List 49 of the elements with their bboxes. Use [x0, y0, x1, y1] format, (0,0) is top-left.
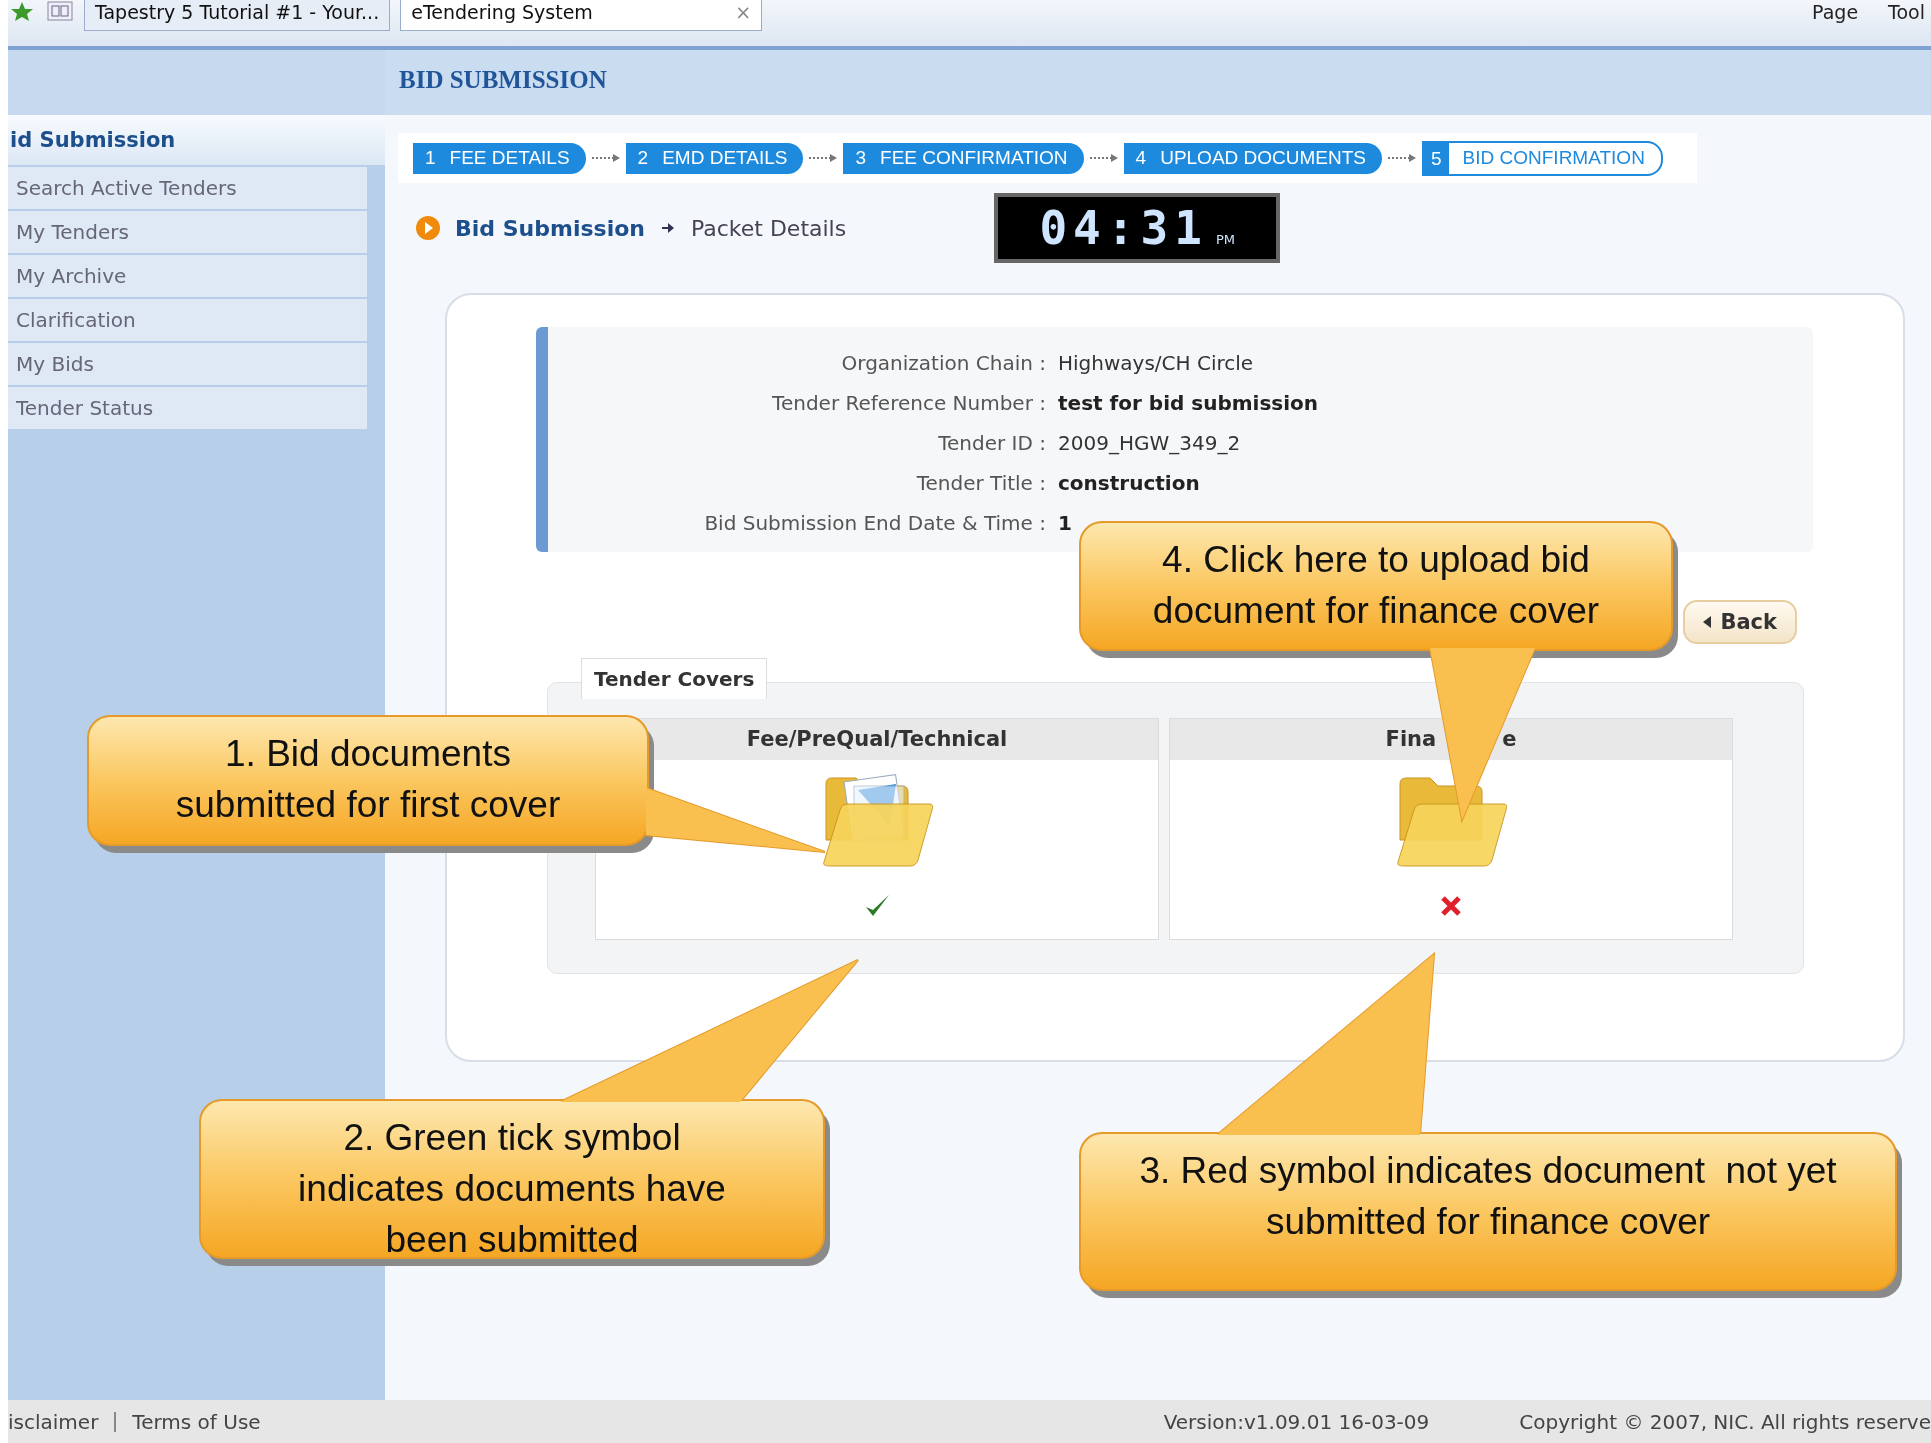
copyright-text: Copyright © 2007, NIC. All rights reserve — [1519, 1409, 1931, 1434]
detail-label: Organization Chain : — [840, 351, 1046, 375]
callout-text: 4. Click here to upload bid document for finance cover — [1151, 538, 1601, 633]
detail-value: 1 — [1058, 511, 1073, 535]
wizard-step[interactable]: 4 UPLOAD DOCUMENTS — [1123, 142, 1382, 174]
toolbar-menu[interactable]: Page — [1812, 0, 1859, 24]
detail-value: Highways/CH Circle — [1058, 351, 1255, 375]
browser-tab[interactable]: Tapestry 5 Tutorial #1 - Your... — [84, 0, 391, 31]
wizard-step[interactable]: 3 FEE CONFIRMATION — [843, 142, 1084, 174]
arrow-icon — [660, 221, 675, 235]
detail-label: Bid Submission End Date & Time : — [703, 511, 1046, 535]
callout-text: 2. Green tick symbol indicates documents have been submitted — [297, 1116, 727, 1262]
sidebar-item[interactable]: My Tenders — [8, 211, 367, 253]
sidebar-item[interactable]: My Bids — [8, 343, 367, 385]
detail-label: Tender Title : — [915, 471, 1046, 495]
detail-value: construction — [1058, 471, 1201, 495]
sidebar-item[interactable]: Search Active Tenders — [8, 167, 367, 209]
footer-link[interactable]: isclaimer — [8, 1409, 99, 1434]
dotted-arrow-icon — [589, 152, 622, 164]
dotted-arrow-icon — [1386, 152, 1418, 164]
sidebar-item[interactable]: Tender Status — [8, 387, 367, 429]
page-title: BID SUBMISSION — [385, 50, 1931, 115]
toolbar-menu[interactable]: Tool — [1888, 0, 1925, 24]
breadcrumb-link[interactable]: Bid Submission — [455, 215, 645, 241]
detail-value: 2009_HGW_349_2 — [1058, 431, 1242, 455]
clock-period: PM — [1215, 231, 1235, 247]
wizard-step[interactable]: 5 BID CONFIRMATION — [1422, 140, 1663, 176]
version-text: Version:v1.09.01 16-03-09 — [1163, 1409, 1430, 1434]
sidebar-item[interactable]: Clarification — [8, 299, 367, 341]
back-button[interactable]: Back — [1683, 600, 1797, 644]
sidebar-title: id Submission — [8, 115, 385, 165]
callout-text: 1. Bid documents submitted for first cover — [174, 732, 562, 827]
wizard-step[interactable]: 2 EMD DETAILS — [625, 142, 804, 174]
breadcrumb-current: Packet Details — [690, 215, 847, 241]
close-icon[interactable]: × — [735, 0, 752, 30]
clock-time: 04:31 — [1039, 201, 1208, 255]
footer-link[interactable]: Terms of Use — [132, 1409, 261, 1434]
detail-value: test for bid submission — [1058, 391, 1320, 415]
detail-label: Tender Reference Number : — [771, 391, 1046, 415]
wizard-step[interactable]: 1 FEE DETAILS — [413, 142, 586, 174]
caret-icon — [1703, 616, 1713, 628]
play-icon — [415, 215, 441, 241]
detail-label: Tender ID : — [937, 431, 1046, 455]
column-header: Fina e — [1170, 719, 1732, 760]
grid-icon[interactable] — [46, 0, 74, 22]
callout-text: 3. Red symbol indicates document not yet submitted for finance cover — [1138, 1149, 1838, 1244]
browser-tab[interactable]: eTendering System × — [400, 0, 763, 31]
dotted-arrow-icon — [1087, 152, 1120, 164]
sidebar-item[interactable]: My Archive — [8, 255, 367, 297]
